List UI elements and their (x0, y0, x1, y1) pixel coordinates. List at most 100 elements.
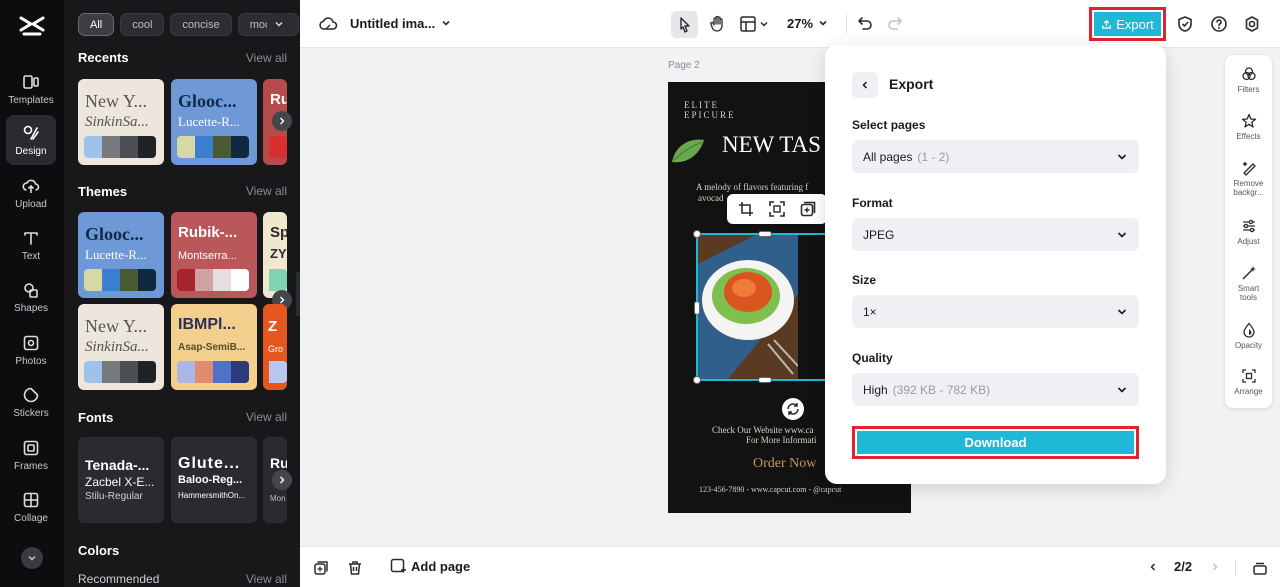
duplicate-page-button[interactable] (312, 559, 329, 576)
help-button[interactable] (1210, 15, 1228, 33)
recents-view-all-link[interactable]: View all (246, 51, 287, 65)
rail-item-collage[interactable]: Collage (6, 482, 56, 532)
settings-button[interactable] (1243, 15, 1261, 33)
rail-item-shapes[interactable]: Shapes (6, 272, 56, 322)
crop-button[interactable] (737, 200, 755, 218)
fonts-view-all-link[interactable]: View all (246, 410, 287, 424)
chevron-down-icon (1117, 232, 1127, 238)
shield-check-icon (1178, 16, 1192, 32)
chips-more-button[interactable] (267, 13, 291, 35)
delete-page-button[interactable] (346, 559, 363, 576)
color-swatches (177, 269, 249, 291)
rightbar-item-arrange[interactable]: Arrange (1225, 368, 1272, 396)
rail-item-text[interactable]: Text (6, 220, 56, 270)
theme-card[interactable]: Z Gro (263, 304, 287, 390)
chip-concise[interactable]: concise (170, 13, 232, 36)
font-card[interactable]: Glute... Baloo-Reg... HammersmithOn... (171, 437, 257, 523)
fonts-next-button[interactable] (272, 470, 292, 490)
layout-menu-button[interactable] (739, 14, 771, 34)
select-pages-dropdown[interactable]: All pages (1 - 2) (852, 140, 1139, 173)
color-swatches (269, 361, 287, 383)
zoom-level[interactable]: 27% (787, 16, 813, 31)
resize-handle[interactable] (758, 231, 772, 237)
undo-button[interactable] (856, 14, 874, 32)
theme-card[interactable]: IBMPl... Asap-SemiB... (171, 304, 257, 390)
rail-item-frames[interactable]: Frames (6, 430, 56, 480)
redo-button[interactable] (886, 14, 904, 32)
export-panel: Export Select pages All pages (1 - 2) Fo… (825, 45, 1166, 484)
rail-item-templates[interactable]: Templates (6, 64, 56, 114)
rail-item-stickers[interactable]: Stickers (6, 377, 56, 427)
account-menu-button[interactable] (21, 547, 43, 569)
help-icon (1211, 16, 1227, 32)
poster-website-line: Check Our Website www.ca (712, 425, 814, 435)
rightbar-item-smart-tools[interactable]: Smart tools (1225, 265, 1272, 302)
themes-view-all-link[interactable]: View all (246, 184, 287, 198)
collage-icon (23, 492, 39, 507)
recents-next-button[interactable] (272, 111, 292, 131)
add-page-button[interactable]: Add page (390, 558, 470, 574)
export-panel-title: Export (889, 76, 934, 92)
rightbar-item-label: Remove backgr... (1233, 179, 1264, 197)
export-button[interactable]: Export (1089, 7, 1166, 41)
previous-page-button[interactable] (1145, 559, 1161, 575)
download-button[interactable]: Download (852, 426, 1139, 459)
select-tool-button[interactable] (671, 11, 698, 38)
card-title: Sp (270, 224, 287, 241)
font-card[interactable]: Tenada-... Zacbel X-E... Stilu-Regular (78, 437, 164, 523)
resize-handle[interactable] (693, 230, 701, 238)
theme-card[interactable]: Rubik-... Montserra... (171, 212, 257, 298)
rightbar-item-label: Opacity (1234, 341, 1263, 350)
theme-card[interactable]: New Y... SinkinSa... (78, 304, 164, 390)
color-swatches (269, 269, 287, 291)
upload-icon (22, 179, 40, 193)
size-dropdown[interactable]: 1× (852, 295, 1139, 328)
duplicate-button[interactable] (799, 200, 817, 218)
rightbar-item-opacity[interactable]: Opacity (1225, 322, 1272, 350)
recent-card[interactable]: New Y... SinkinSa... (78, 79, 164, 165)
chip-all[interactable]: All (78, 13, 115, 36)
resize-handle[interactable] (758, 377, 772, 383)
recent-card[interactable]: Glooc... Lucette-R... (171, 79, 257, 165)
chevron-right-icon (280, 476, 285, 484)
rail-item-label: Collage (14, 512, 48, 524)
rail-item-photos[interactable]: Photos (6, 325, 56, 375)
zoom-chevron-down-icon[interactable] (817, 17, 829, 29)
rightbar-item-filters[interactable]: Filters (1225, 66, 1272, 94)
format-value: JPEG (863, 227, 895, 242)
rightbar-item-remove-background[interactable]: Remove backgr... (1225, 160, 1272, 197)
theme-card[interactable]: Glooc... Lucette-R... (78, 212, 164, 298)
pages-panel-button[interactable] (1251, 559, 1268, 576)
size-value: 1× (863, 304, 877, 319)
capcut-logo-icon[interactable] (17, 12, 47, 40)
next-page-button[interactable] (1207, 559, 1223, 575)
rail-item-upload[interactable]: Upload (6, 168, 56, 218)
selection-box[interactable] (693, 230, 828, 384)
duplicate-icon (800, 201, 816, 217)
theme-card[interactable]: Sp ZY (263, 212, 287, 298)
rotate-handle[interactable] (782, 398, 804, 420)
format-dropdown[interactable]: JPEG (852, 218, 1139, 251)
chevron-down-icon[interactable] (440, 17, 452, 29)
document-title[interactable]: Untitled ima... (350, 16, 435, 31)
export-back-button[interactable] (852, 72, 878, 98)
smart-crop-button[interactable] (768, 200, 786, 218)
colors-view-all-link[interactable]: View all (246, 572, 287, 586)
card-subtitle: Montserra... (178, 250, 237, 262)
pointer-icon (680, 17, 690, 33)
rail-item-design[interactable]: Design (6, 115, 56, 165)
color-swatches (84, 136, 156, 158)
shield-button[interactable] (1176, 15, 1194, 33)
cloud-save-icon[interactable] (318, 15, 338, 33)
chevron-down-icon (28, 556, 36, 561)
select-pages-label: Select pages (852, 118, 926, 132)
rightbar-item-adjust[interactable]: Adjust (1225, 218, 1272, 246)
hand-tool-button[interactable] (707, 13, 729, 35)
chip-cool[interactable]: cool (120, 13, 165, 36)
resize-handle[interactable] (694, 301, 700, 315)
font-card-line: Stilu-Regular (85, 491, 143, 502)
color-swatches (177, 361, 249, 383)
quality-dropdown[interactable]: High (392 KB - 782 KB) (852, 373, 1139, 406)
resize-handle[interactable] (693, 376, 701, 384)
rightbar-item-effects[interactable]: Effects (1225, 113, 1272, 141)
